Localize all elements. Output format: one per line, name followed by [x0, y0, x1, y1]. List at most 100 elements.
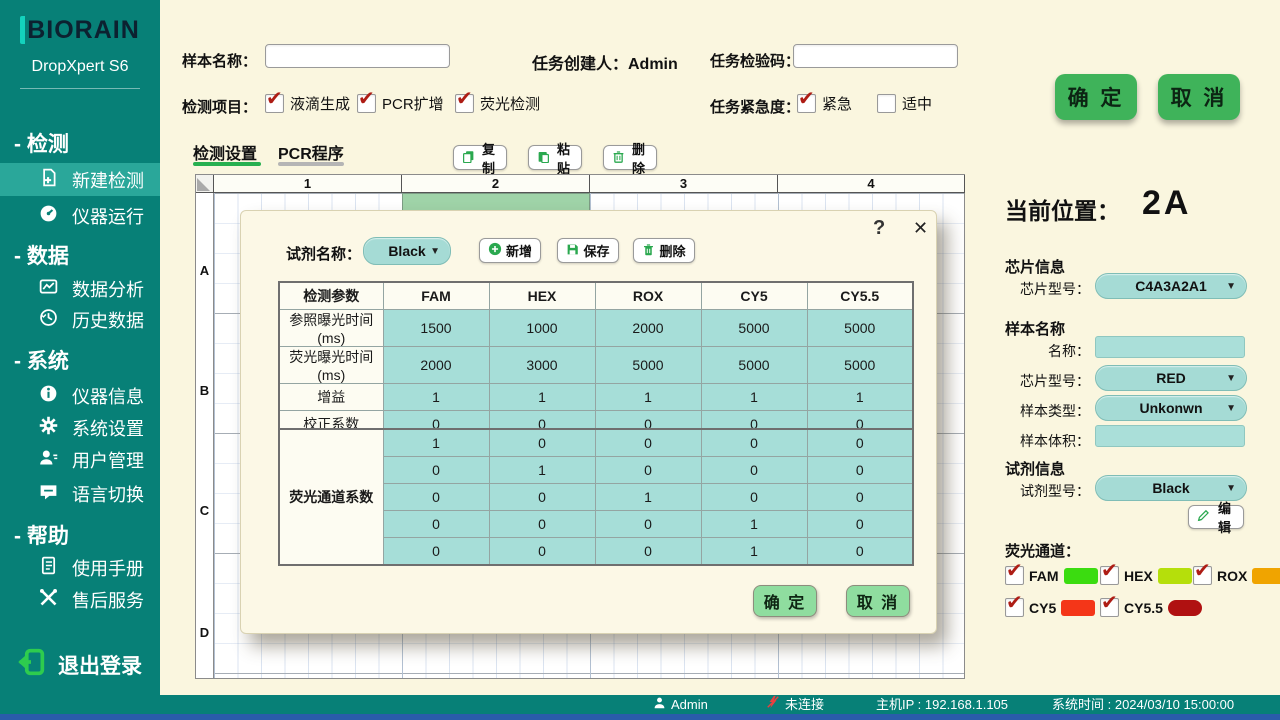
checkbox-pcr-amplification[interactable]: ✔ PCR扩增: [357, 93, 444, 114]
param-cell[interactable]: 1000: [489, 310, 595, 347]
checkbox[interactable]: ✔: [1100, 566, 1119, 585]
sidebar-item-language-switch[interactable]: 语言切换: [0, 477, 160, 510]
matrix-cell[interactable]: 0: [701, 484, 807, 511]
sidebar-item-new-detection[interactable]: 新建检测: [0, 163, 160, 196]
task-code-input[interactable]: [793, 44, 958, 68]
param-cell[interactable]: 3000: [489, 347, 595, 384]
matrix-cell[interactable]: 1: [701, 511, 807, 538]
grid-column-header[interactable]: 1: [214, 175, 402, 193]
matrix-cell[interactable]: 0: [383, 511, 489, 538]
param-cell[interactable]: 5000: [807, 310, 913, 347]
matrix-cell[interactable]: 0: [489, 538, 595, 566]
grid-row-header[interactable]: A: [196, 263, 213, 278]
tab-detection-settings[interactable]: 检测设置: [193, 140, 261, 164]
param-cell[interactable]: 2000: [595, 310, 701, 347]
dialog-cancel-button[interactable]: 取 消: [846, 585, 910, 617]
checkbox[interactable]: ✔: [797, 94, 816, 113]
matrix-cell[interactable]: 0: [701, 429, 807, 457]
close-icon[interactable]: ✕: [913, 218, 928, 239]
param-cell[interactable]: 5000: [701, 347, 807, 384]
checkbox-fluorescence-detection[interactable]: ✔ 荧光检测: [455, 93, 540, 114]
sidebar-item-user-management[interactable]: 用户管理: [0, 443, 160, 476]
chip-model2-dropdown[interactable]: RED ▼: [1095, 365, 1247, 391]
grid-column-header[interactable]: 2: [402, 175, 590, 193]
matrix-cell[interactable]: 0: [489, 511, 595, 538]
checkbox[interactable]: ✔: [1005, 598, 1024, 617]
cancel-button[interactable]: 取 消: [1158, 74, 1240, 120]
matrix-cell[interactable]: 0: [701, 457, 807, 484]
matrix-cell[interactable]: 0: [383, 457, 489, 484]
checkbox[interactable]: ✔: [265, 94, 284, 113]
checkbox-urgent[interactable]: ✔ 紧急: [797, 93, 852, 114]
matrix-cell[interactable]: 1: [701, 538, 807, 566]
sample-name-input[interactable]: [265, 44, 450, 68]
param-cell[interactable]: 1: [595, 384, 701, 411]
param-cell[interactable]: 5000: [701, 310, 807, 347]
grid-row-header[interactable]: D: [196, 625, 213, 640]
checkbox[interactable]: ✔: [1005, 566, 1024, 585]
matrix-cell[interactable]: 0: [807, 538, 913, 566]
matrix-cell[interactable]: 0: [807, 429, 913, 457]
edit-button[interactable]: 编辑: [1188, 505, 1244, 529]
add-reagent-button[interactable]: 新增: [479, 238, 541, 263]
matrix-cell[interactable]: 0: [489, 429, 595, 457]
sidebar-item-system-settings[interactable]: 系统设置: [0, 411, 160, 444]
grid-column-header[interactable]: 4: [778, 175, 965, 193]
sidebar-item-user-manual[interactable]: 使用手册: [0, 551, 160, 584]
channel-hex[interactable]: ✔ HEX: [1100, 566, 1192, 585]
matrix-cell[interactable]: 0: [807, 511, 913, 538]
delete-button[interactable]: 删除: [603, 145, 657, 170]
logout-button[interactable]: 退出登录: [14, 645, 142, 685]
chip-model-dropdown[interactable]: C4A3A2A1 ▼: [1095, 273, 1247, 299]
matrix-cell[interactable]: 0: [595, 538, 701, 566]
param-cell[interactable]: 2000: [383, 347, 489, 384]
matrix-cell[interactable]: 0: [595, 457, 701, 484]
confirm-button[interactable]: 确 定: [1055, 74, 1137, 120]
param-cell[interactable]: 1: [701, 384, 807, 411]
paste-button[interactable]: 粘贴: [528, 145, 582, 170]
checkbox[interactable]: ✔: [1193, 566, 1212, 585]
matrix-cell[interactable]: 1: [595, 484, 701, 511]
matrix-cell[interactable]: 0: [807, 457, 913, 484]
sidebar-item-instrument-run[interactable]: 仪器运行: [0, 199, 160, 232]
channel-cy5[interactable]: ✔ CY5: [1005, 598, 1095, 617]
checkbox[interactable]: ✔: [455, 94, 474, 113]
checkbox[interactable]: ✔: [1100, 598, 1119, 617]
save-reagent-button[interactable]: 保存: [557, 238, 619, 263]
checkbox[interactable]: ✔: [357, 94, 376, 113]
channel-cy55[interactable]: ✔ CY5.5: [1100, 598, 1202, 617]
help-icon[interactable]: ?: [873, 217, 885, 240]
grid-column-header[interactable]: 3: [590, 175, 778, 193]
matrix-cell[interactable]: 0: [807, 484, 913, 511]
sample-type-dropdown[interactable]: Unkonwn ▼: [1095, 395, 1247, 421]
param-cell[interactable]: 1: [383, 384, 489, 411]
grid-row-header[interactable]: C: [196, 503, 213, 518]
matrix-cell[interactable]: 0: [595, 429, 701, 457]
name-input[interactable]: [1095, 336, 1245, 358]
copy-button[interactable]: 复制: [453, 145, 507, 170]
matrix-cell[interactable]: 0: [383, 538, 489, 566]
channel-fam[interactable]: ✔ FAM: [1005, 566, 1098, 585]
param-cell[interactable]: 5000: [807, 347, 913, 384]
delete-reagent-button[interactable]: 删除: [633, 238, 695, 263]
grid-row-header[interactable]: B: [196, 383, 213, 398]
sidebar-item-after-sales[interactable]: 售后服务: [0, 583, 160, 616]
checkbox[interactable]: [877, 94, 896, 113]
reagent-name-dropdown[interactable]: Black ▼: [363, 237, 451, 265]
sample-volume-input[interactable]: [1095, 425, 1245, 447]
sidebar-item-instrument-info[interactable]: 仪器信息: [0, 379, 160, 412]
param-cell[interactable]: 1: [807, 384, 913, 411]
dialog-confirm-button[interactable]: 确 定: [753, 585, 817, 617]
sidebar-item-data-analysis[interactable]: 数据分析: [0, 272, 160, 305]
matrix-cell[interactable]: 1: [489, 457, 595, 484]
matrix-cell[interactable]: 1: [383, 429, 489, 457]
checkbox-moderate[interactable]: 适中: [877, 93, 932, 114]
param-cell[interactable]: 5000: [595, 347, 701, 384]
param-cell[interactable]: 1: [489, 384, 595, 411]
param-cell[interactable]: 1500: [383, 310, 489, 347]
tab-pcr-program[interactable]: PCR程序: [278, 140, 344, 164]
matrix-cell[interactable]: 0: [595, 511, 701, 538]
matrix-cell[interactable]: 0: [489, 484, 595, 511]
matrix-cell[interactable]: 0: [383, 484, 489, 511]
channel-rox[interactable]: ✔ ROX: [1193, 566, 1280, 585]
